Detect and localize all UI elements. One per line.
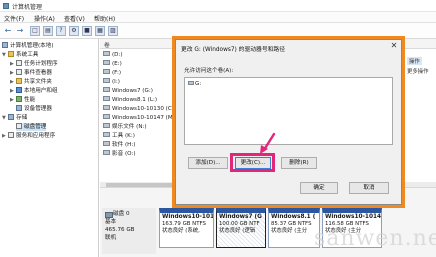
tree-item-performance[interactable]: ▶ 性能 — [10, 96, 35, 104]
tree-item-task-scheduler[interactable]: ▶ 任务计划程序 — [10, 60, 58, 68]
drive-icon — [103, 78, 110, 83]
computer-management-icon — [3, 3, 9, 9]
actions-title: 操作 — [407, 57, 422, 65]
disk-management-icon — [16, 123, 22, 129]
close-icon[interactable]: ✕ — [388, 41, 400, 51]
drive-icon — [103, 60, 110, 65]
drive-icon — [103, 123, 110, 128]
tree-item-disk-management[interactable]: 磁盘管理 — [16, 123, 47, 131]
settings-icon[interactable]: ⚙ — [69, 26, 79, 36]
drive-icon — [188, 81, 194, 85]
volume-row[interactable]: (F:) — [103, 69, 121, 78]
help-topics-icon[interactable]: ■ — [82, 26, 92, 36]
tree-item-services-apps[interactable]: ▶ 服务和应用程序 — [2, 132, 55, 140]
change-drive-letter-dialog: 更改 G: (Windows7) 的驱动器号和路径 ✕ 允许访问这个卷(A): … — [175, 39, 402, 205]
menu-view[interactable]: 查看(V) — [64, 14, 85, 23]
partition-block[interactable]: Windows10-101 163.79 GB NTFS 状态良好 (系统, — [159, 208, 214, 248]
drive-icon — [103, 114, 110, 119]
drive-path-list[interactable]: G: — [184, 77, 393, 145]
remove-button[interactable]: 删除(R) — [281, 157, 317, 169]
volume-row[interactable]: Windows10-10130 (C:) — [103, 105, 176, 114]
tree-root[interactable]: 计算机管理(本地) — [2, 42, 54, 50]
volume-row[interactable]: (D:) — [103, 51, 123, 60]
help-page-icon[interactable]: ▨ — [108, 26, 118, 36]
volume-row[interactable]: 工具 (K:) — [103, 132, 135, 141]
add-button[interactable]: 添加(D)... — [188, 157, 228, 169]
back-arrow-icon[interactable]: ← — [3, 26, 13, 36]
volume-row[interactable]: Windows7 (G:) — [103, 87, 153, 96]
menu-file[interactable]: 文件(F) — [4, 14, 24, 23]
dialog-description: 允许访问这个卷(A): — [184, 68, 234, 74]
disk-status: 联机 — [105, 235, 117, 241]
disk-type: 基本 — [105, 219, 117, 225]
show-hide-tree-icon[interactable]: □ — [30, 26, 40, 36]
help-icon[interactable]: ? — [56, 26, 66, 36]
volume-row[interactable]: (E:) — [103, 60, 122, 69]
folder-icon — [16, 78, 22, 84]
menubar: 文件(F) 操作(A) 查看(V) 帮助(H) — [0, 12, 436, 23]
clock-icon — [16, 60, 22, 66]
ok-button[interactable]: 确定 — [300, 182, 338, 194]
tree-item-shared-folders[interactable]: ▶ 共享文件夹 — [10, 78, 52, 86]
volume-row[interactable]: 影音 (O:) — [103, 150, 136, 159]
tree-item-event-viewer[interactable]: ▶ 事件查看器 — [10, 69, 52, 77]
more-actions-link[interactable]: 更多操作 — [407, 67, 429, 75]
column-header-volume[interactable]: 卷 — [104, 40, 110, 49]
partition-block-selected[interactable]: Windows7 (G 100.00 GB NTF 状态良好 (逻辑 — [216, 208, 266, 248]
storage-icon — [8, 114, 14, 120]
tree-item-local-users[interactable]: ▶ 本地用户和组 — [10, 87, 58, 95]
forward-arrow-icon[interactable]: → — [15, 26, 25, 36]
list-item[interactable]: G: — [188, 81, 201, 87]
performance-icon — [16, 96, 22, 102]
disk-0-label[interactable]: 磁盘 0 基本 465.76 GB 联机 — [102, 208, 156, 254]
properties-sheet-icon[interactable]: ▦ — [95, 26, 105, 36]
menu-help[interactable]: 帮助(H) — [94, 14, 115, 23]
actions-pane: 操作 更多操作 — [402, 50, 436, 180]
drive-icon — [103, 96, 110, 101]
dialog-title: 更改 G: (Windows7) 的驱动器号和路径 — [181, 47, 286, 53]
tools-icon — [8, 51, 14, 57]
window-titlebar: 计算机管理 — [0, 0, 436, 12]
volume-row[interactable]: Windows10-10147 (M:) — [103, 114, 177, 123]
properties-icon[interactable]: ▤ — [43, 26, 53, 36]
drive-icon — [103, 150, 110, 155]
volume-row[interactable]: Windows8.1 (L:) — [103, 96, 157, 105]
watermark: sanwen.net — [314, 226, 436, 251]
volume-row[interactable]: (I:) — [103, 78, 120, 87]
disk-size: 465.76 GB — [105, 227, 135, 233]
window-title: 计算机管理 — [12, 4, 43, 11]
menu-action[interactable]: 操作(A) — [34, 14, 55, 23]
volume-row[interactable]: 软件 (H:) — [103, 141, 135, 150]
drive-icon — [103, 69, 110, 74]
drive-icon — [103, 132, 110, 137]
disk-name: 磁盘 0 — [105, 210, 156, 218]
event-viewer-icon — [16, 69, 22, 75]
users-icon — [16, 87, 22, 93]
volume-row[interactable]: 娱乐文件 (N:) — [103, 123, 147, 132]
services-icon — [8, 132, 14, 138]
drive-icon — [103, 141, 110, 146]
pointer-arrow-icon — [260, 132, 276, 154]
device-manager-icon — [16, 105, 22, 111]
drive-icon — [103, 87, 110, 92]
tree-item-system-tools[interactable]: ▼ 系统工具 — [2, 51, 38, 59]
drive-icon — [103, 51, 110, 56]
drive-icon — [103, 105, 110, 110]
tree-item-device-manager[interactable]: 设备管理器 — [16, 105, 52, 113]
navigation-tree: 计算机管理(本地) ▼ 系统工具 ▶ 任务计划程序 ▶ 事件查看器 ▶ 共享文件夹 ▶ 本… — [0, 39, 99, 257]
computer-icon — [2, 42, 8, 48]
tree-item-storage[interactable]: ▼ 存储 — [2, 114, 27, 122]
partition-block[interactable]: Windows8.1 ( 85.37 GB NTFS 状态良好 (主分 — [268, 208, 320, 248]
cancel-button[interactable]: 取消 — [349, 182, 389, 194]
